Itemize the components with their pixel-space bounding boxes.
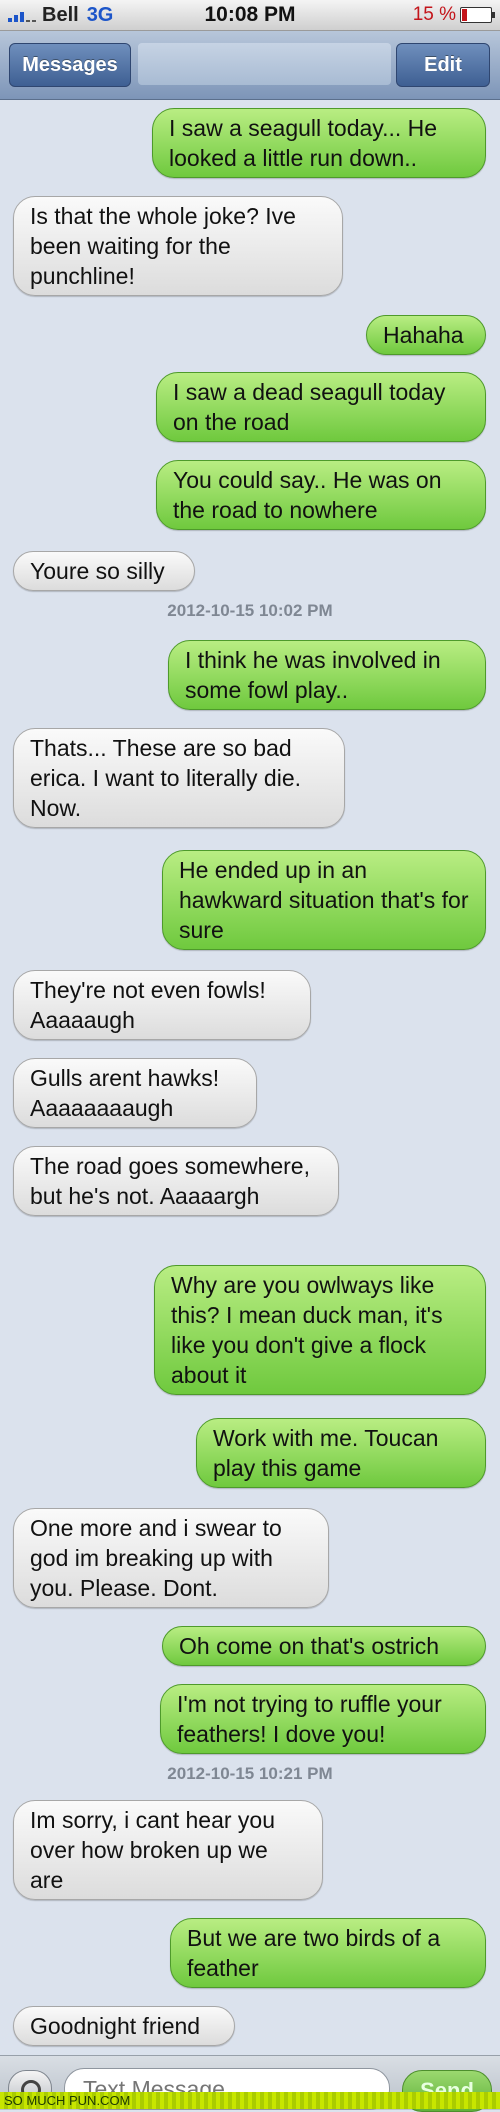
message-bubble-outgoing: Work with me. Toucan play this game	[196, 1418, 486, 1488]
message-bubble-outgoing: Oh come on that's ostrich	[162, 1626, 486, 1666]
message-bubble-outgoing: He ended up in an hawkward situation tha…	[162, 850, 486, 950]
timestamp: 2012-10-15 10:21 PM	[167, 1764, 333, 1783]
watermark-text: SO MUCH PUN.COM	[4, 2093, 131, 2108]
message-bubble-incoming: The road goes somewhere, but he's not. A…	[13, 1146, 339, 1216]
site-watermark: SO MUCH PUN.COM	[0, 2092, 500, 2109]
message-bubble-incoming: Gulls arent hawks! Aaaaaaaaugh	[13, 1058, 257, 1128]
nav-bar: Messages Edit	[0, 31, 500, 100]
message-bubble-incoming: Goodnight friend	[13, 2006, 235, 2046]
message-bubble-incoming: Thats... These are so bad erica. I want …	[13, 728, 345, 828]
status-bar: Bell 3G 10:08 PM 15 %	[0, 0, 500, 31]
message-bubble-outgoing: I'm not trying to ruffle your feathers! …	[160, 1684, 486, 1754]
message-thread: I saw a seagull today... He looked a lit…	[0, 100, 500, 2055]
message-bubble-outgoing: I think he was involved in some fowl pla…	[168, 640, 486, 710]
edit-button[interactable]: Edit	[396, 43, 490, 87]
message-bubble-outgoing: I saw a dead seagull today on the road	[156, 372, 486, 442]
battery-icon	[460, 6, 495, 23]
battery-percent: 15 %	[412, 4, 456, 25]
message-bubble-incoming: Is that the whole joke? Ive been waiting…	[13, 196, 343, 296]
message-bubble-incoming: Youre so silly	[13, 551, 195, 591]
message-bubble-outgoing: You could say.. He was on the road to no…	[156, 460, 486, 530]
message-bubble-outgoing: Why are you owlways like this? I mean du…	[154, 1265, 486, 1395]
message-bubble-outgoing: I saw a seagull today... He looked a lit…	[152, 108, 486, 178]
message-bubble-incoming: One more and i swear to god im breaking …	[13, 1508, 329, 1608]
message-bubble-incoming: Im sorry, i cant hear you over how broke…	[13, 1800, 323, 1900]
message-bubble-incoming: They're not even fowls! Aaaaaugh	[13, 970, 311, 1040]
back-to-messages-button[interactable]: Messages	[9, 43, 131, 87]
conversation-title-area	[138, 43, 391, 85]
message-bubble-outgoing: Hahaha	[366, 315, 486, 355]
message-bubble-outgoing: But we are two birds of a feather	[170, 1918, 486, 1988]
timestamp: 2012-10-15 10:02 PM	[167, 601, 333, 620]
battery-status: 15 %	[412, 4, 495, 26]
